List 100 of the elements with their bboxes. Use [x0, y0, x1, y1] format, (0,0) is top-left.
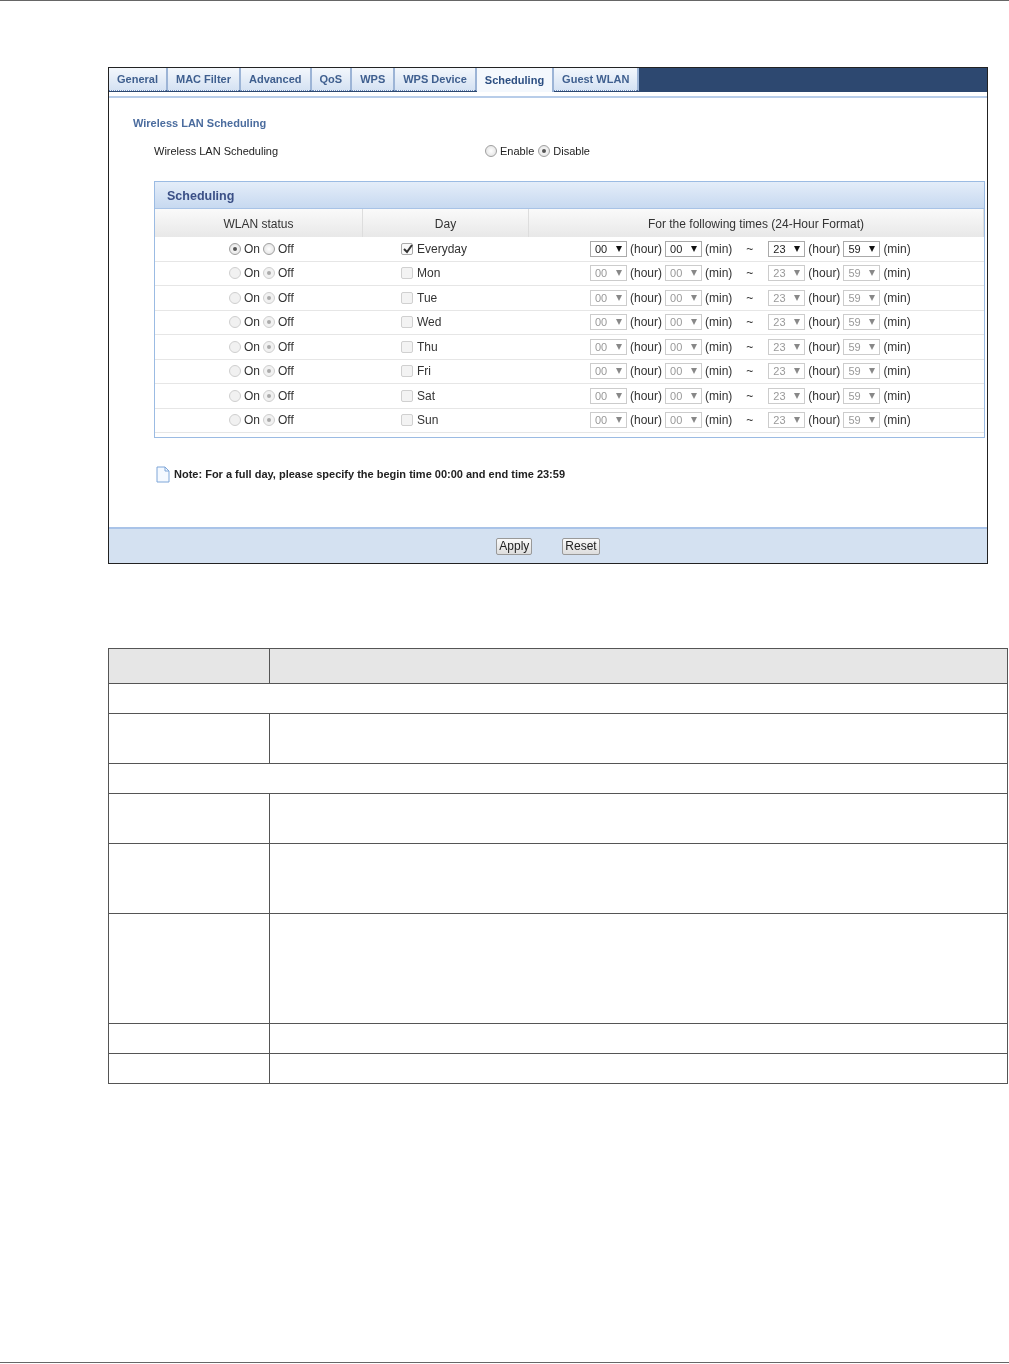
- caret-icon: [794, 245, 801, 252]
- caret-icon: [869, 270, 876, 277]
- option-label: On: [244, 412, 260, 430]
- caret-icon: [869, 417, 876, 424]
- unit-label: (hour): [808, 240, 841, 258]
- day-label: Sat: [417, 387, 435, 405]
- caret-icon: [691, 319, 697, 326]
- hour-select[interactable]: 00: [590, 240, 627, 257]
- option-label: On: [244, 289, 260, 307]
- day-label: Mon: [417, 265, 441, 283]
- caret-icon: [616, 368, 622, 375]
- unit-label: (min): [705, 387, 733, 405]
- day-label: Thu: [417, 338, 438, 356]
- caret-icon: [691, 417, 697, 424]
- unit-label: (min): [705, 240, 733, 258]
- unit-label: (min): [883, 338, 911, 356]
- tab[interactable]: WPS: [352, 68, 396, 91]
- caret-icon: [869, 245, 876, 252]
- day-label: Everyday: [417, 240, 468, 258]
- caret-icon: [616, 417, 622, 424]
- caret-icon: [691, 294, 697, 301]
- unit-label: (hour): [808, 289, 841, 307]
- caret-icon: [616, 245, 622, 252]
- caret-icon: [869, 392, 876, 399]
- unit-label: (min): [705, 265, 733, 283]
- separator-text: ~: [746, 265, 754, 283]
- caret-icon: [794, 343, 801, 350]
- option-label: Off: [278, 240, 294, 258]
- column-header: For the following times (24-Hour Format): [529, 209, 984, 237]
- unit-label: (hour): [808, 363, 841, 381]
- option-label: Off: [278, 289, 294, 307]
- unit-label: (hour): [630, 338, 662, 356]
- separator-text: ~: [746, 314, 754, 332]
- separator-text: ~: [746, 412, 754, 430]
- radio-button[interactable]: [485, 144, 497, 157]
- unit-label: (hour): [808, 265, 841, 283]
- hour-select[interactable]: 23: [768, 240, 806, 257]
- option-label: On: [244, 338, 260, 356]
- unit-label: (hour): [630, 314, 662, 332]
- unit-label: (hour): [808, 412, 841, 430]
- caret-icon: [869, 368, 876, 375]
- unit-label: (hour): [630, 412, 662, 430]
- minute-select[interactable]: 00: [665, 240, 702, 257]
- unit-label: (min): [705, 314, 733, 332]
- unit-label: (hour): [630, 240, 662, 258]
- caret-icon: [616, 343, 622, 350]
- option-label: On: [244, 363, 260, 381]
- document-icon: [156, 466, 170, 483]
- day-label: Wed: [417, 314, 442, 332]
- caret-icon: [794, 294, 801, 301]
- tab[interactable]: QoS: [311, 68, 353, 91]
- unit-label: (min): [705, 412, 733, 430]
- day-label: Tue: [417, 289, 438, 307]
- caret-icon: [691, 343, 697, 350]
- caret-icon: [616, 319, 622, 326]
- caret-icon: [794, 368, 801, 375]
- radio-button[interactable]: [538, 144, 551, 157]
- caret-icon: [794, 392, 801, 399]
- apply-button[interactable]: Apply: [496, 537, 533, 555]
- caret-icon: [616, 392, 622, 399]
- radio-button[interactable]: [263, 242, 275, 255]
- minute-select[interactable]: 59: [843, 240, 881, 257]
- reset-button[interactable]: Reset: [562, 537, 600, 555]
- unit-label: (min): [705, 338, 733, 356]
- caret-icon: [869, 319, 876, 326]
- unit-label: (hour): [630, 289, 662, 307]
- option-label: On: [244, 387, 260, 405]
- option-label: Off: [278, 265, 294, 283]
- option-label: Off: [278, 387, 294, 405]
- caret-icon: [616, 270, 622, 277]
- unit-label: (hour): [808, 314, 841, 332]
- option-label: Off: [278, 412, 294, 430]
- separator-text: ~: [746, 240, 754, 258]
- option-label: Enable: [500, 143, 535, 159]
- separator-text: ~: [746, 363, 754, 381]
- unit-label: (min): [883, 314, 911, 332]
- tab[interactable]: General: [109, 68, 168, 91]
- setting-label: Wireless LAN Scheduling: [154, 143, 280, 159]
- tab[interactable]: MAC Filter: [167, 68, 241, 91]
- checkbox[interactable]: [401, 242, 413, 255]
- caret-icon: [691, 368, 697, 375]
- column-header: WLAN status: [155, 209, 363, 237]
- unit-label: (min): [883, 240, 911, 258]
- option-label: Off: [278, 314, 294, 332]
- panel-title: Scheduling: [167, 189, 235, 203]
- radio-button[interactable]: [229, 242, 241, 255]
- tab[interactable]: WPS Device: [395, 68, 477, 91]
- separator-text: ~: [746, 289, 754, 307]
- column-header: Day: [363, 209, 529, 237]
- option-label: On: [244, 265, 260, 283]
- caret-icon: [691, 270, 697, 277]
- caret-icon: [691, 392, 697, 399]
- tab[interactable]: Scheduling: [476, 68, 555, 92]
- unit-label: (min): [705, 289, 733, 307]
- caret-icon: [869, 343, 876, 350]
- unit-label: (hour): [630, 387, 662, 405]
- option-label: On: [244, 314, 260, 332]
- tab[interactable]: Advanced: [240, 68, 312, 91]
- tab[interactable]: Guest WLAN: [554, 68, 640, 91]
- unit-label: (min): [883, 265, 911, 283]
